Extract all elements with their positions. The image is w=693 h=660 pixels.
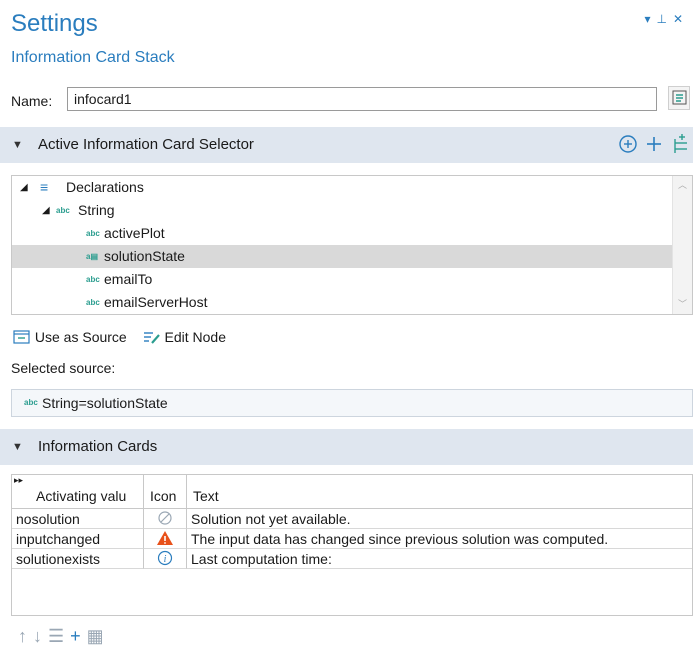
svg-text:i: i — [164, 554, 167, 565]
section-toolbar — [617, 131, 693, 163]
information-cards-table[interactable]: ▸▸ Activating valu Icon Text nosolution … — [11, 474, 693, 616]
table-cell-icon[interactable]: i — [144, 549, 187, 569]
table-cell-text[interactable]: Last computation time: — [187, 549, 692, 569]
scroll-down-icon[interactable]: ﹀ — [678, 297, 687, 310]
section-active-card-selector[interactable]: ▼ Active Information Card Selector — [0, 127, 693, 163]
string-type-icon: abc — [24, 398, 38, 407]
table-cell-value[interactable]: inputchanged — [12, 529, 144, 549]
declarations-tree[interactable]: ◢ ≡ Declarations ◢ abc String abc active… — [11, 175, 693, 315]
column-header-icon[interactable]: Icon — [144, 475, 187, 509]
info-icon: i — [157, 550, 173, 566]
delete-rows-icon[interactable]: ☰ — [48, 626, 70, 646]
expanded-icon[interactable]: ◢ — [20, 176, 28, 199]
move-down-icon[interactable]: ↓ — [33, 626, 48, 646]
section-label: Active Information Card Selector — [38, 136, 254, 153]
string-type-icon: abc — [86, 229, 100, 238]
string-type-icon: abc — [86, 275, 100, 284]
tree-node-declarations[interactable]: ◢ ≡ Declarations — [12, 176, 672, 199]
add-circle-icon[interactable] — [619, 135, 637, 153]
column-header-label: Icon — [150, 488, 177, 504]
window-controls[interactable]: ▾⊥✕ — [644, 12, 689, 26]
selected-source-value: String=solutionState — [42, 395, 168, 411]
pin-icon[interactable]: ⊥ — [656, 12, 672, 26]
tree-node-label: emailServerHost — [104, 294, 208, 310]
tree-node-item[interactable]: abc emailServerHost — [12, 291, 672, 314]
name-label: Name: — [11, 93, 53, 109]
edit-node-button[interactable]: Edit Node — [143, 329, 226, 345]
close-icon[interactable]: ✕ — [673, 12, 689, 26]
add-icon[interactable] — [647, 137, 661, 151]
expanded-icon[interactable]: ◢ — [42, 199, 50, 222]
scroll-up-icon[interactable]: ︿ — [678, 178, 687, 191]
tree-toolbar: Use as Source Edit Node — [13, 329, 226, 345]
page-subtitle: Information Card Stack — [11, 49, 175, 66]
selected-source-field: abc String=solutionState — [11, 389, 693, 417]
dropdown-icon[interactable]: ▾ — [644, 12, 656, 26]
selected-source-label: Selected source: — [11, 360, 116, 376]
section-information-cards[interactable]: ▼ Information Cards — [0, 429, 693, 465]
name-options-button[interactable] — [668, 86, 690, 110]
section-label: Information Cards — [38, 438, 158, 455]
table-toolbar: ↑↓☰+▦ — [18, 626, 110, 647]
use-as-source-button[interactable]: Use as Source — [13, 329, 131, 345]
tree-add-icon[interactable] — [674, 134, 687, 153]
tree-node-label: activePlot — [104, 225, 165, 241]
use-as-source-label: Use as Source — [34, 329, 127, 345]
table-cell-text[interactable]: Solution not yet available. — [187, 509, 692, 529]
collapse-icon[interactable]: ▼ — [12, 441, 23, 453]
tree-node-label: Declarations — [66, 179, 144, 195]
warning-icon — [157, 531, 173, 545]
string-type-icon: abc — [86, 298, 100, 307]
add-row-icon[interactable]: + — [70, 626, 87, 646]
edit-node-icon — [143, 332, 160, 344]
table-cell-icon[interactable] — [144, 509, 187, 529]
document-list-icon — [672, 90, 687, 105]
table-cell-value[interactable]: solutionexists — [12, 549, 144, 569]
table-cell-value[interactable]: nosolution — [12, 509, 144, 529]
tree-node-string[interactable]: ◢ abc String — [12, 199, 672, 222]
name-input[interactable] — [67, 87, 657, 111]
tree-node-label: String — [78, 202, 115, 218]
page-title: Settings — [11, 10, 98, 37]
string-type-icon: abc — [56, 206, 70, 215]
list-icon: ≡ — [40, 179, 49, 195]
column-header-activating-value[interactable]: ▸▸ Activating valu — [12, 475, 144, 509]
expand-columns-icon[interactable]: ▸▸ — [14, 475, 23, 486]
not-available-icon — [158, 511, 172, 525]
edit-node-label: Edit Node — [164, 329, 226, 345]
tree-node-item[interactable]: abc emailTo — [12, 268, 672, 291]
column-header-label: Activating valu — [36, 488, 127, 504]
tree-node-label: solutionState — [104, 248, 185, 264]
column-header-text[interactable]: Text — [187, 475, 692, 509]
tree-node-item[interactable]: abc activePlot — [12, 222, 672, 245]
column-header-label: Text — [193, 488, 219, 504]
table-cell-text[interactable]: The input data has changed since previou… — [187, 529, 692, 549]
table-cell-icon[interactable] — [144, 529, 187, 549]
use-as-source-icon — [13, 330, 30, 344]
tree-scrollbar[interactable]: ︿ ﹀ — [672, 176, 692, 314]
string-variable-icon: a▤ — [86, 252, 99, 261]
move-up-icon[interactable]: ↑ — [18, 626, 33, 646]
edit-table-icon[interactable]: ▦ — [87, 626, 110, 646]
collapse-icon[interactable]: ▼ — [12, 139, 23, 151]
tree-node-label: emailTo — [104, 271, 153, 287]
tree-node-item-selected[interactable]: a▤ solutionState — [12, 245, 672, 268]
